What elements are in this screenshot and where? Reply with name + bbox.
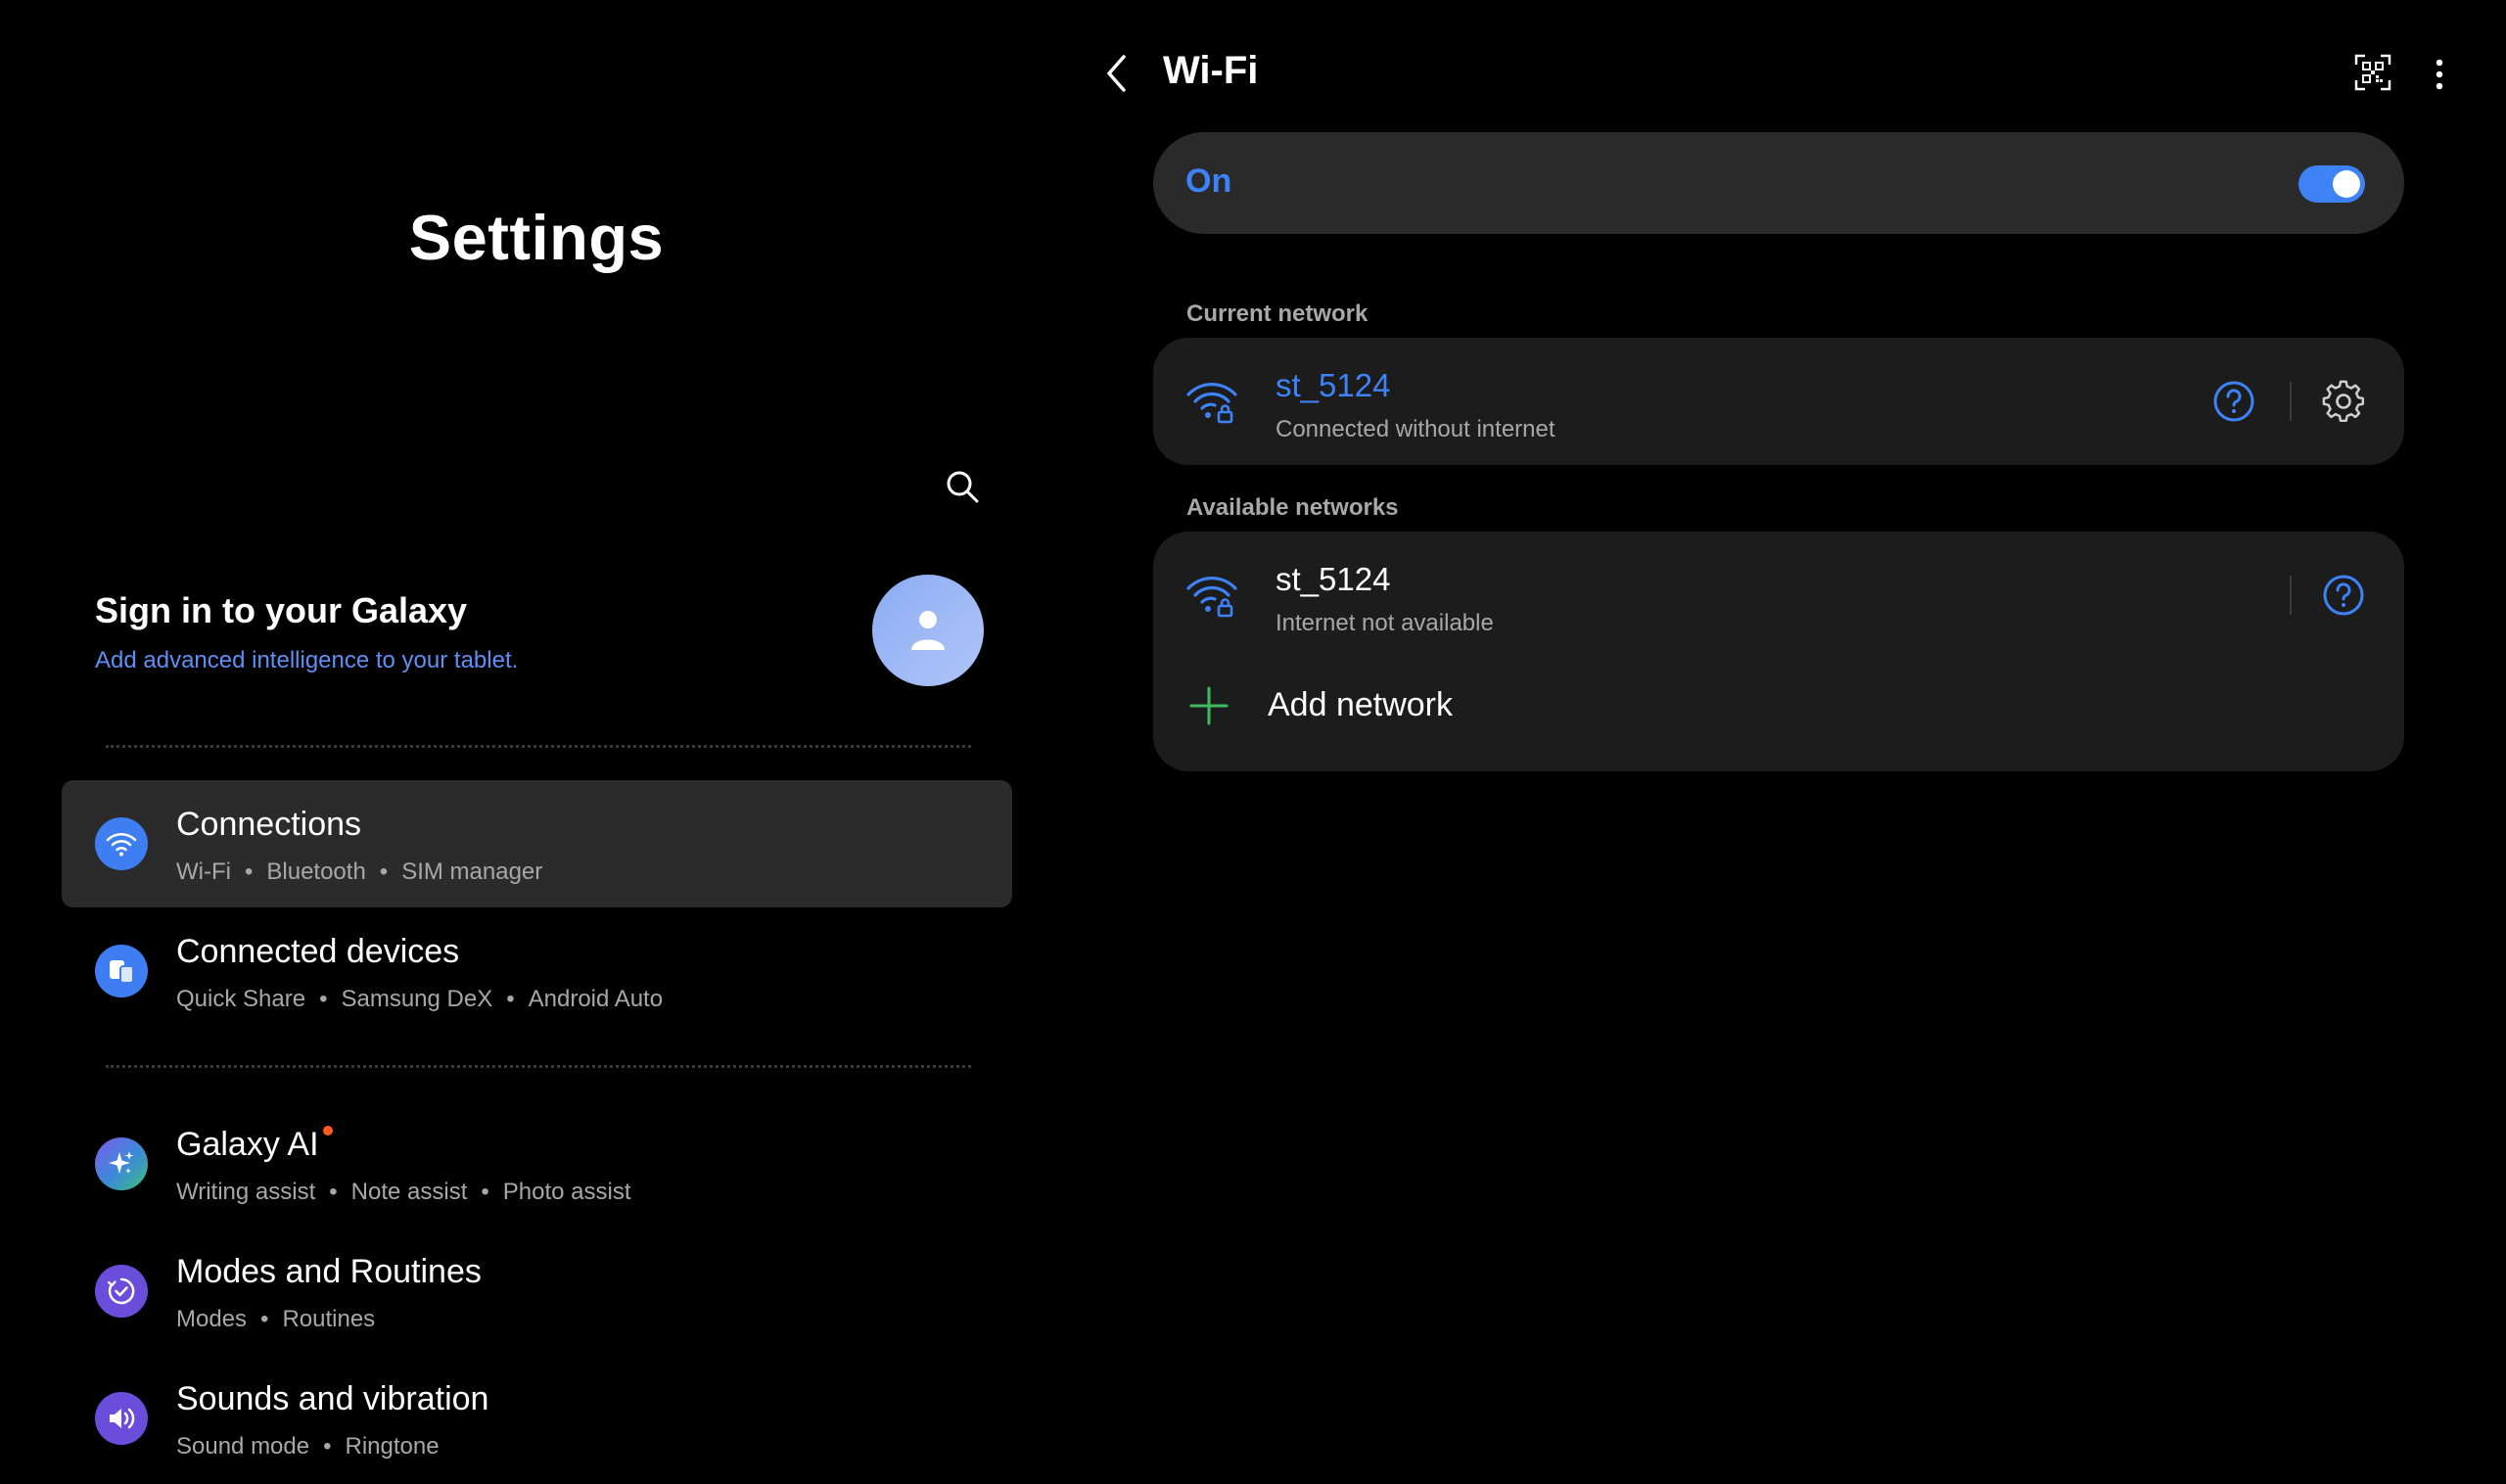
- menu-item-subtitle: Modes • Routines: [176, 1306, 376, 1332]
- menu-item-subtitle: Quick Share • Samsung DeX • Android Auto: [176, 986, 664, 1012]
- current-network-name: st_5124: [1276, 367, 1391, 403]
- network-settings-button[interactable]: [2321, 379, 2366, 424]
- vertical-divider: [2290, 576, 2292, 615]
- avatar[interactable]: [872, 575, 984, 686]
- menu-item-title: Modes and Routines: [176, 1253, 482, 1290]
- page-title: Settings: [408, 202, 665, 273]
- account-subtitle: Add advanced intelligence to your tablet…: [95, 647, 519, 673]
- menu-item-title: Connections: [176, 806, 362, 843]
- qr-scan-icon: [2354, 54, 2391, 91]
- search-icon: [947, 471, 979, 503]
- qr-scan-button[interactable]: [2353, 53, 2392, 92]
- search-button[interactable]: [940, 464, 985, 509]
- menu-item-sounds-vibration[interactable]: Sounds and vibration Sound mode • Ringtone: [62, 1355, 1012, 1482]
- wifi-toggle-label: On: [1185, 162, 1232, 200]
- available-network-name: st_5124: [1276, 561, 1391, 597]
- menu-item-subtitle: Wi-Fi • Bluetooth • SIM manager: [176, 858, 543, 885]
- question-icon: [2213, 381, 2254, 422]
- available-network-row[interactable]: st_5124 Internet not available: [1153, 532, 2404, 659]
- speaker-icon: [95, 1392, 148, 1445]
- menu-item-connected-devices[interactable]: Connected devices Quick Share • Samsung De…: [62, 907, 1012, 1035]
- current-network-row[interactable]: st_5124 Connected without internet: [1153, 338, 2404, 465]
- toggle-knob: [2333, 170, 2360, 198]
- person-icon: [911, 611, 945, 650]
- account-title: Sign in to your Galaxy: [95, 590, 468, 630]
- divider: [106, 745, 971, 748]
- settings-pane: Settings Sign in to your Galaxy Add adva…: [0, 0, 1067, 1484]
- network-help-button[interactable]: [2321, 573, 2366, 618]
- menu-item-connections[interactable]: Connections Wi-Fi • Bluetooth • SIM manager: [62, 780, 1012, 907]
- gear-icon: [2322, 380, 2365, 423]
- wifi-toggle-row[interactable]: On: [1153, 132, 2404, 234]
- back-button[interactable]: [1101, 51, 1133, 96]
- add-network-button[interactable]: Add network: [1153, 659, 2404, 757]
- more-vert-icon: [2436, 59, 2443, 90]
- menu-item-subtitle: Sound mode • Ringtone: [176, 1433, 440, 1460]
- chevron-left-icon: [1107, 55, 1126, 92]
- available-networks-label: Available networks: [1186, 494, 1399, 521]
- devices-icon: [95, 945, 148, 997]
- current-network-status: Connected without internet: [1276, 416, 1555, 442]
- current-network-label: Current network: [1186, 301, 1369, 327]
- current-network-card: st_5124 Connected without internet: [1153, 338, 2404, 465]
- available-networks-card: st_5124 Internet not available Add netwo…: [1153, 532, 2404, 771]
- divider: [106, 1065, 971, 1068]
- check-circle-icon: [95, 1265, 148, 1318]
- network-help-button[interactable]: [2211, 379, 2256, 424]
- available-network-status: Internet not available: [1276, 610, 1494, 636]
- menu-item-modes-routines[interactable]: Modes and Routines Modes • Routines: [62, 1228, 1012, 1355]
- menu-item-title: Connected devices: [176, 933, 460, 970]
- wifi-icon: [95, 817, 148, 870]
- menu-item-galaxy-ai[interactable]: Galaxy AI Writing assist • Note assist • Pho…: [62, 1100, 1012, 1228]
- vertical-divider: [2290, 382, 2292, 421]
- sparkle-icon: [95, 1137, 148, 1190]
- wifi-locked-icon: [1186, 383, 1237, 424]
- wifi-page-title: Wi-Fi: [1163, 49, 1259, 92]
- add-network-label: Add network: [1268, 686, 1453, 723]
- account-signin[interactable]: Sign in to your Galaxy Add advanced inte…: [95, 573, 986, 690]
- menu-item-title: Galaxy AI: [176, 1126, 333, 1164]
- plus-icon: [1189, 686, 1229, 725]
- question-icon: [2323, 575, 2364, 616]
- more-options-button[interactable]: [2422, 53, 2457, 96]
- menu-item-subtitle: Writing assist • Note assist • Photo assist: [176, 1179, 631, 1205]
- menu-item-title: Sounds and vibration: [176, 1380, 489, 1417]
- wifi-locked-icon: [1186, 577, 1237, 618]
- wifi-toggle-switch[interactable]: [2298, 165, 2365, 203]
- new-badge: [322, 1126, 333, 1136]
